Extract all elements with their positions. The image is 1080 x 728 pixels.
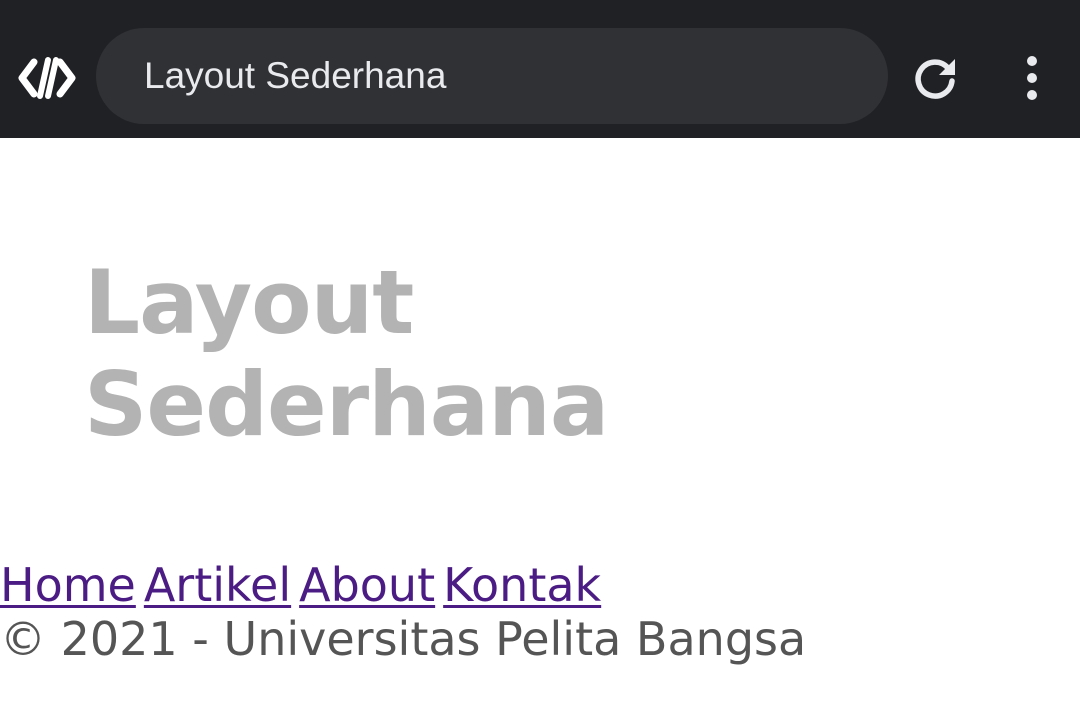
nav-link-artikel[interactable]: Artikel	[144, 558, 291, 612]
page-title-line-2: Sederhana	[84, 353, 609, 456]
more-vert-icon[interactable]	[1018, 54, 1046, 102]
address-text[interactable]: Layout Sederhana	[144, 28, 446, 124]
nav-link-kontak[interactable]: Kontak	[443, 558, 601, 612]
nav-link-home[interactable]: Home	[0, 558, 136, 612]
nav-links: Home Artikel About Kontak	[0, 556, 609, 614]
footer-copyright: © 2021 - Universitas Pelita Bangsa	[0, 612, 807, 666]
browser-toolbar: Layout Sederhana	[0, 0, 1080, 138]
nav-link-about[interactable]: About	[299, 558, 435, 612]
reload-icon[interactable]	[912, 56, 958, 102]
page-title-line-1: Layout	[84, 251, 414, 354]
address-bar[interactable]: Layout Sederhana	[96, 28, 888, 124]
code-brackets-icon[interactable]	[18, 56, 76, 100]
page-title: Layout Sederhana	[84, 251, 609, 456]
